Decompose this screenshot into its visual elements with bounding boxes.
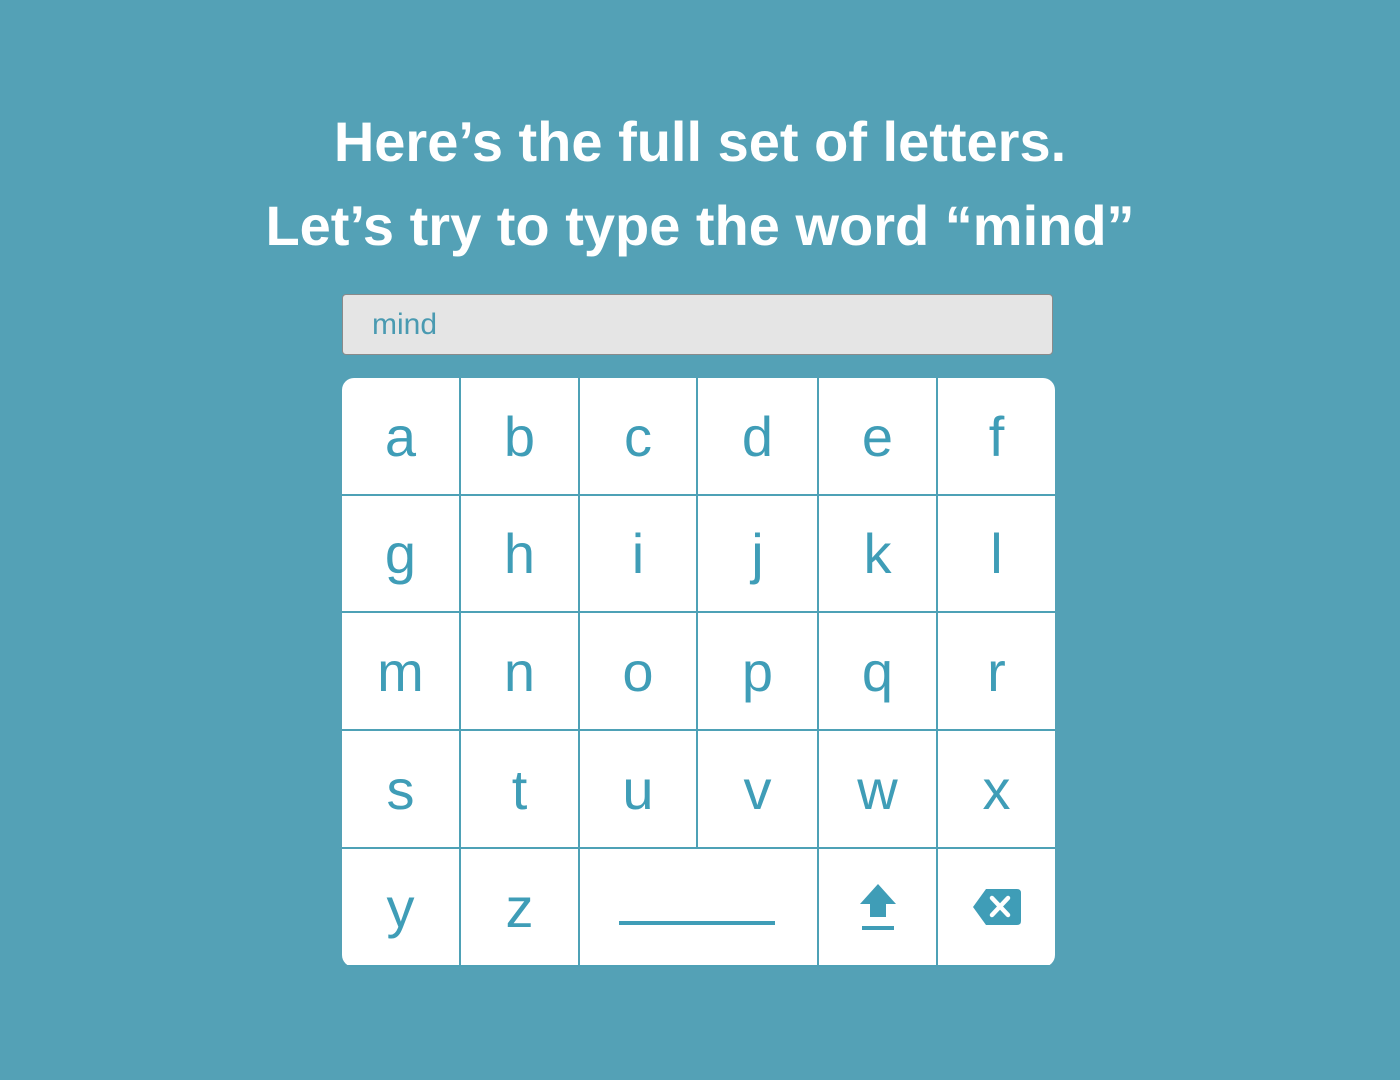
key-q[interactable]: q [819,613,936,729]
key-p[interactable]: p [698,613,817,729]
instruction-line-2: Let’s try to type the word “mind” [265,194,1135,257]
key-e[interactable]: e [819,378,936,494]
key-g[interactable]: g [342,496,459,611]
key-l[interactable]: l [938,496,1055,611]
key-o[interactable]: o [580,613,696,729]
key-b[interactable]: b [461,378,578,494]
backspace-key[interactable] [938,849,1055,965]
key-d[interactable]: d [698,378,817,494]
key-s[interactable]: s [342,731,459,847]
space-bar-icon [619,921,775,925]
instruction-line-1: Here’s the full set of letters. [333,110,1067,173]
typed-text-field[interactable]: mind [342,294,1053,355]
key-i[interactable]: i [580,496,696,611]
key-t[interactable]: t [461,731,578,847]
key-h[interactable]: h [461,496,578,611]
key-u[interactable]: u [580,731,696,847]
letter-keyboard: a b c d e f g h i j k l m n o p q r s t … [342,378,1055,967]
key-a[interactable]: a [342,378,459,494]
shift-key[interactable] [819,849,936,965]
key-f[interactable]: f [938,378,1055,494]
key-x[interactable]: x [938,731,1055,847]
key-z[interactable]: z [461,849,578,965]
key-y[interactable]: y [342,849,459,965]
key-m[interactable]: m [342,613,459,729]
shift-arrow-icon [859,884,896,930]
key-w[interactable]: w [819,731,936,847]
key-r[interactable]: r [938,613,1055,729]
typed-text-value: mind [372,307,438,341]
key-c[interactable]: c [580,378,696,494]
key-n[interactable]: n [461,613,578,729]
key-k[interactable]: k [819,496,936,611]
backspace-icon [972,889,1021,925]
key-j[interactable]: j [698,496,817,611]
space-key[interactable] [580,849,817,965]
key-v[interactable]: v [698,731,817,847]
